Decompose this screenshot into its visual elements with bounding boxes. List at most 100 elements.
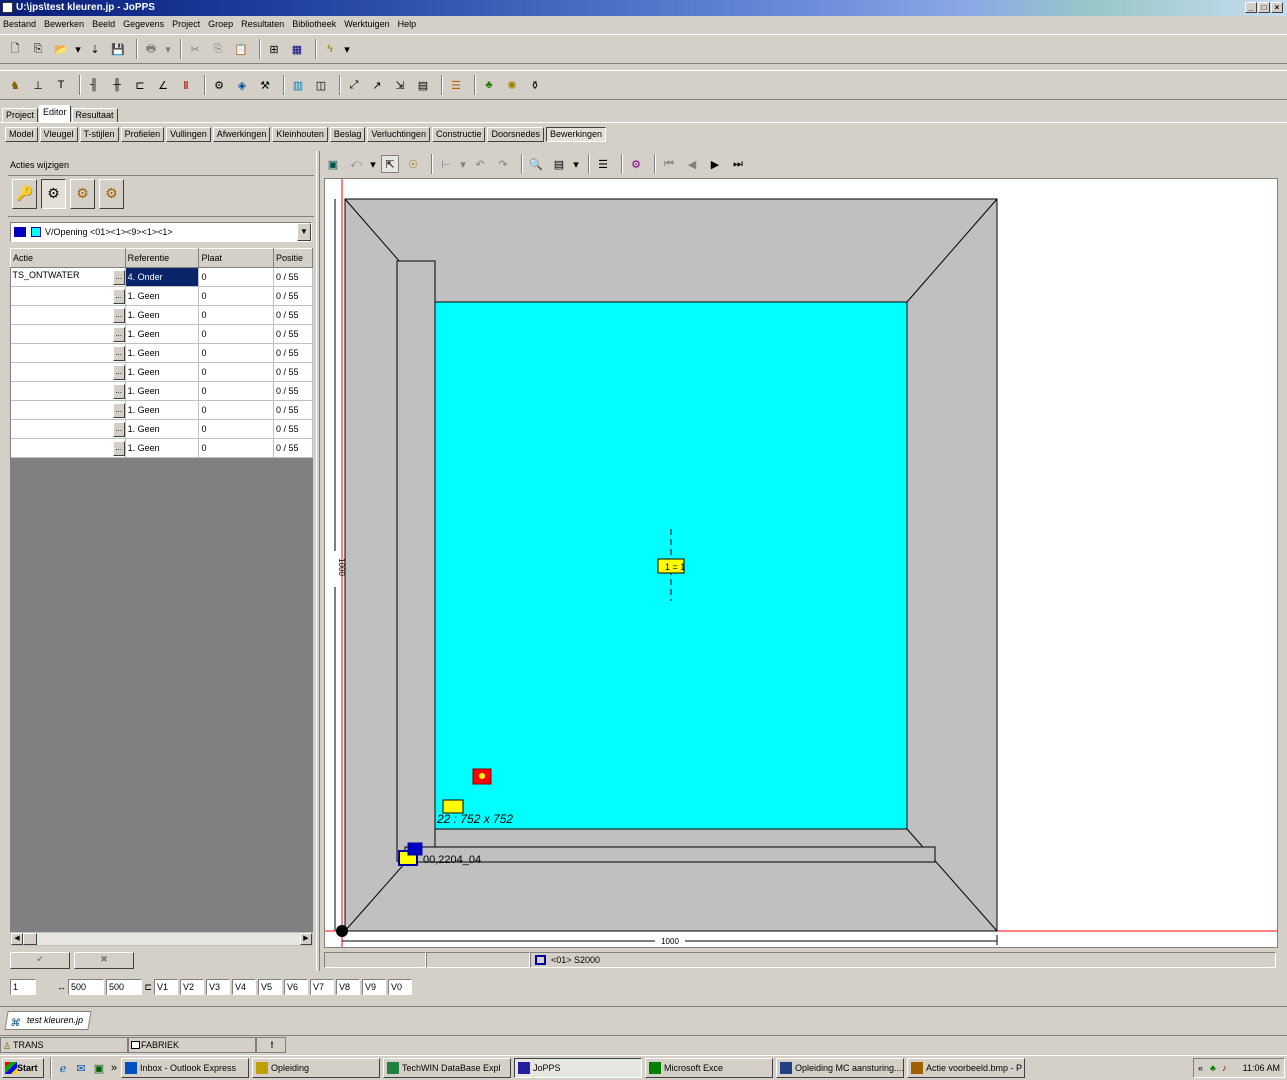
coord-field-v4[interactable]: V4	[232, 979, 256, 995]
dropdown-arrow-icon[interactable]: ▾	[165, 40, 171, 58]
section-button-kleinhouten[interactable]: Kleinhouten	[272, 127, 328, 142]
task-button[interactable]: Actie voorbeeld.bmp - P	[907, 1058, 1025, 1078]
coord-field-v7[interactable]: V7	[310, 979, 334, 995]
scroll-right-icon[interactable]: ▶	[300, 933, 312, 945]
calculate-icon[interactable]: ♣	[480, 76, 498, 94]
join-icon[interactable]: ⊏	[131, 76, 149, 94]
dropdown-arrow-icon[interactable]: ▾	[344, 40, 350, 58]
actie-cell[interactable]: ...	[10, 343, 126, 363]
plaat-cell[interactable]: 0	[198, 362, 275, 382]
actie-cell[interactable]: ...	[10, 286, 126, 306]
plaat-cell[interactable]: 0	[198, 438, 275, 458]
browse-button[interactable]: ...	[112, 402, 125, 418]
coord-field-v6[interactable]: V6	[284, 979, 308, 995]
section-button-afwerkingen[interactable]: Afwerkingen	[212, 127, 271, 142]
redo-icon[interactable]: ↷	[494, 155, 512, 173]
referentie-cell[interactable]: 1. Geen	[125, 343, 200, 363]
dropdown-arrow-icon[interactable]: ▾	[460, 155, 466, 173]
table-row[interactable]: ... 1. Geen 0 0 / 55	[10, 381, 313, 401]
split-vertical-icon[interactable]: ╢	[85, 76, 103, 94]
plaat-cell[interactable]: 0	[198, 305, 275, 325]
bottle-icon[interactable]: ⚱	[526, 76, 544, 94]
origin-point[interactable]	[336, 925, 348, 937]
referentie-cell[interactable]: 1. Geen	[125, 324, 200, 344]
first-record-icon[interactable]: ⏮	[660, 155, 678, 173]
tab-resultaat[interactable]: Resultaat	[71, 108, 118, 122]
close-button[interactable]: ×	[1271, 2, 1283, 13]
table-row[interactable]: ... 1. Geen 0 0 / 55	[10, 400, 313, 420]
actie-cell[interactable]: ...	[10, 381, 126, 401]
view-mode-icon[interactable]: ▤	[550, 155, 568, 173]
browse-button[interactable]: ...	[112, 269, 125, 285]
browse-button[interactable]: ...	[112, 288, 125, 304]
tab-editor[interactable]: Editor	[39, 105, 71, 122]
task-button[interactable]: Opleiding	[252, 1058, 380, 1078]
panel-splitter[interactable]	[316, 151, 320, 971]
frame-view-icon[interactable]: ▣	[324, 155, 342, 173]
angle-icon[interactable]: ∠	[154, 76, 172, 94]
maximize-button[interactable]: □	[1258, 2, 1270, 13]
table-row[interactable]: ... 1. Geen 0 0 / 55	[10, 343, 313, 363]
column-header-referentie[interactable]: Referentie	[124, 248, 200, 268]
browse-button[interactable]: ...	[112, 345, 125, 361]
coord-input-2[interactable]: 500	[68, 979, 104, 995]
browse-button[interactable]: ...	[112, 307, 125, 323]
section-button-model[interactable]: Model	[5, 127, 38, 142]
measure-icon[interactable]: ↗	[368, 76, 386, 94]
action-info-button[interactable]: 🔑	[12, 179, 37, 209]
task-button[interactable]: TechWIN DataBase Expl	[383, 1058, 511, 1078]
menu-item-werktuigen[interactable]: Werktuigen	[344, 19, 389, 29]
menu-item-groep[interactable]: Groep	[208, 19, 233, 29]
coord-field-v1[interactable]: V1	[154, 979, 178, 995]
positie-cell[interactable]: 0 / 55	[273, 324, 313, 344]
align-icon[interactable]: ⊢	[437, 155, 455, 173]
new-icon[interactable]: 🗋	[6, 40, 24, 58]
list-icon[interactable]: ☰	[447, 76, 465, 94]
column-header-plaat[interactable]: Plaat	[198, 248, 275, 268]
clock[interactable]: 11:06 AM	[1243, 1063, 1280, 1073]
actie-cell[interactable]: ...	[10, 324, 126, 344]
profile-tool-icon[interactable]: ♞	[6, 76, 24, 94]
plaat-cell[interactable]: 0	[198, 400, 275, 420]
element-dropdown[interactable]: V/Opening <01><1><9><1><1> ▼	[10, 222, 312, 242]
table-row[interactable]: ... 1. Geen 0 0 / 55	[10, 305, 313, 325]
actie-cell[interactable]: ...	[10, 419, 126, 439]
text-tool-icon[interactable]: T	[52, 76, 70, 94]
cube-icon[interactable]: ◈	[233, 76, 251, 94]
open-folder-icon[interactable]: 📂	[52, 40, 70, 58]
outlook-quicklaunch-icon[interactable]: ✉	[73, 1059, 89, 1077]
positie-cell[interactable]: 0 / 55	[273, 286, 313, 306]
plaat-cell[interactable]: 0	[198, 286, 275, 306]
glass-icon[interactable]: ▥	[289, 76, 307, 94]
table-icon[interactable]: ▤	[414, 76, 432, 94]
tray-volume-icon[interactable]: ♪	[1222, 1059, 1227, 1077]
browse-button[interactable]: ...	[112, 440, 125, 456]
properties-icon[interactable]: ☰	[594, 155, 612, 173]
grid-icon[interactable]: ▦	[288, 40, 306, 58]
hardware-icon[interactable]: ⚙	[210, 76, 228, 94]
column-header-positie[interactable]: Positie	[273, 248, 313, 268]
settings-icon[interactable]: ⚙	[627, 155, 645, 173]
dropdown-arrow-icon[interactable]: ▼	[297, 223, 311, 241]
browse-button[interactable]: ...	[112, 364, 125, 380]
browse-button[interactable]: ...	[112, 383, 125, 399]
positie-cell[interactable]: 0 / 55	[273, 305, 313, 325]
sill-profile[interactable]	[404, 846, 936, 863]
task-button[interactable]: JoPPS	[514, 1058, 642, 1078]
plaat-cell[interactable]: 0	[198, 343, 275, 363]
paste-icon[interactable]: 📋	[232, 40, 250, 58]
undo-icon[interactable]: ↶	[471, 155, 489, 173]
referentie-cell[interactable]: 4. Onder	[125, 267, 200, 287]
plaat-cell[interactable]: 0	[198, 381, 275, 401]
actie-cell[interactable]: TS_ONTWATER...	[10, 267, 126, 287]
positie-cell[interactable]: 0 / 55	[273, 400, 313, 420]
frame-tool-icon[interactable]: ⊥	[29, 76, 47, 94]
menu-item-beeld[interactable]: Beeld	[92, 19, 115, 29]
action-select-button[interactable]: ⚙	[41, 179, 66, 209]
menu-item-bestand[interactable]: Bestand	[3, 19, 36, 29]
section-button-verluchtingen[interactable]: Verluchtingen	[367, 127, 430, 142]
scroll-thumb[interactable]	[23, 933, 37, 945]
table-row[interactable]: ... 1. Geen 0 0 / 55	[10, 419, 313, 439]
coord-field-v3[interactable]: V3	[206, 979, 230, 995]
sill-icon[interactable]: Ⅱ	[177, 76, 195, 94]
